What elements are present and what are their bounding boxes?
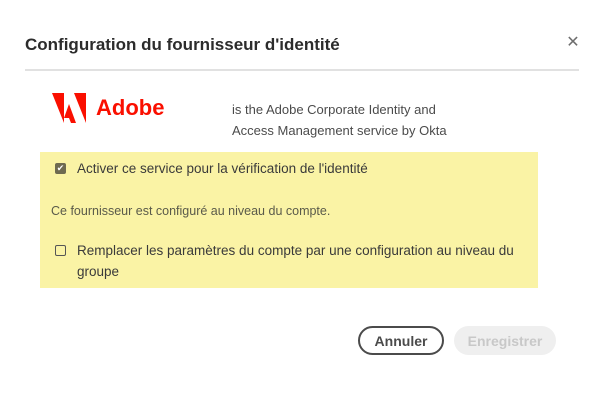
- override-checkbox[interactable]: Remplacer les paramètres du compte par u…: [55, 240, 535, 282]
- checkbox-icon[interactable]: [55, 245, 66, 256]
- dialog-title: Configuration du fournisseur d'identité: [25, 35, 340, 54]
- provider-description: is the Adobe Corporate Identity and Acce…: [232, 102, 447, 138]
- override-label: Remplacer les paramètres du compte par u…: [77, 243, 514, 279]
- save-button[interactable]: Enregistrer: [454, 326, 556, 355]
- close-icon[interactable]: ✕: [566, 35, 580, 51]
- logo-text: Adobe: [96, 95, 165, 120]
- divider: [25, 69, 579, 71]
- enable-service-checkbox[interactable]: ✔ Activer ce service pour la vérificatio…: [55, 158, 368, 179]
- account-level-note: Ce fournisseur est configuré au niveau d…: [51, 204, 331, 218]
- adobe-logo-icon: [52, 93, 86, 123]
- adobe-logo: Adobe: [52, 93, 164, 123]
- enable-service-label: Activer ce service pour la vérification …: [77, 161, 368, 176]
- cancel-button[interactable]: Annuler: [358, 326, 444, 355]
- checkmark-icon[interactable]: ✔: [55, 163, 66, 174]
